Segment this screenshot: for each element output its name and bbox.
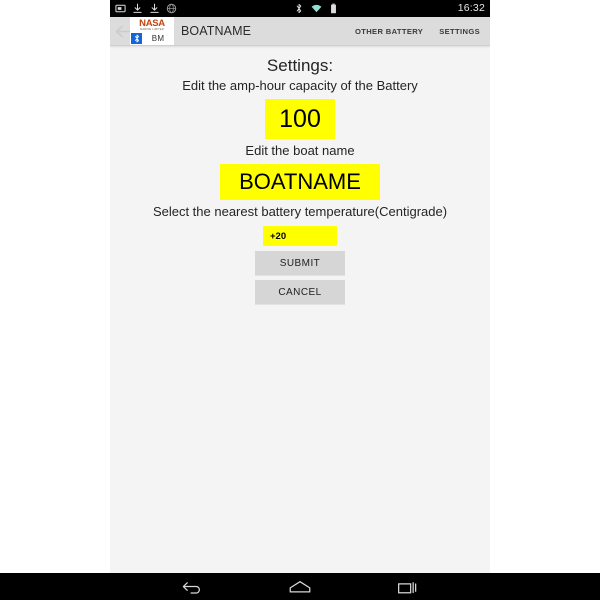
action-settings[interactable]: SETTINGS — [435, 23, 484, 40]
temperature-select[interactable]: +20 — [263, 226, 337, 246]
status-bar-system-icons — [294, 3, 339, 14]
status-bar-clock: 16:32 — [457, 2, 485, 15]
capacity-label: Edit the amp-hour capacity of the Batter… — [182, 78, 418, 93]
settings-heading: Settings: — [266, 56, 334, 75]
bluetooth-icon — [294, 3, 305, 14]
recents-icon[interactable] — [393, 577, 423, 597]
status-bar-notification-icons — [115, 3, 177, 14]
browser-icon — [166, 3, 177, 14]
logo-subbrand-text: MARINE LIMITED — [140, 27, 164, 31]
logo-brand-text: NASA — [139, 17, 165, 29]
wifi-icon — [311, 3, 322, 14]
boatname-field-row: BOATNAME — [110, 160, 490, 203]
screenshot-icon — [115, 3, 126, 14]
app-bar: NASA MARINE LIMITED BM BOATNAME OTHER BA… — [110, 17, 490, 46]
capacity-input[interactable]: 100 — [265, 99, 335, 139]
nasa-marine-logo[interactable]: NASA MARINE LIMITED BM — [130, 17, 174, 45]
temperature-label: Select the nearest battery temperature(C… — [152, 204, 448, 219]
boatname-input[interactable]: BOATNAME — [220, 164, 380, 200]
logo-wordmark: NASA MARINE LIMITED — [130, 17, 174, 31]
back-icon[interactable] — [177, 577, 207, 597]
android-status-bar: 16:32 — [110, 0, 490, 17]
submit-button[interactable]: SUBMIT — [255, 251, 345, 275]
android-navigation-bar — [0, 573, 600, 600]
device-screen: 16:32 NASA MARINE LIMITED BM BOATNAME OT… — [110, 0, 490, 573]
bluetooth-icon — [131, 32, 142, 44]
bluetooth-device-label: BM — [151, 33, 165, 43]
battery-icon — [328, 3, 339, 14]
page-title: BOATNAME — [181, 24, 252, 38]
settings-form: Settings: Edit the amp-hour capacity of … — [110, 46, 490, 304]
download-icon — [149, 3, 160, 14]
boatname-label: Edit the boat name — [245, 143, 355, 158]
logo-connection-status: BM — [130, 31, 174, 45]
download-icon — [132, 3, 143, 14]
temperature-field-row: +20 — [110, 221, 490, 251]
action-other-battery[interactable]: OTHER BATTERY — [351, 23, 427, 40]
capacity-field-row: 100 — [110, 95, 490, 142]
home-icon[interactable] — [285, 577, 315, 597]
cancel-button[interactable]: CANCEL — [255, 280, 345, 304]
